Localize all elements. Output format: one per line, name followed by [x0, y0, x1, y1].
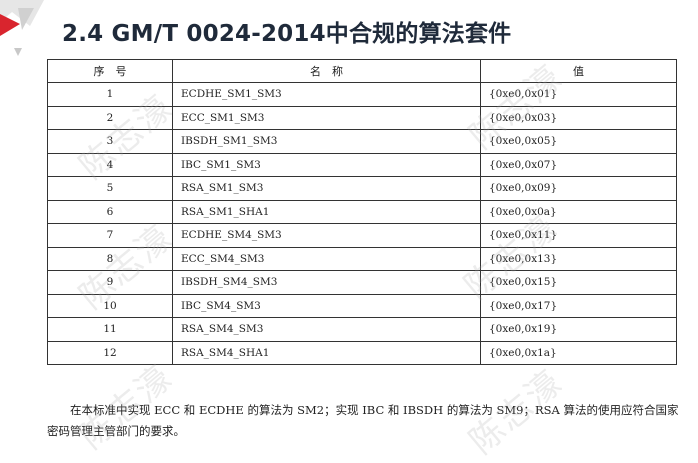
- cell-value: {0xe0,0x13}: [480, 246, 677, 271]
- cell-name: ECDHE_SM4_SM3: [172, 223, 481, 248]
- column-header-name: 名 称: [172, 59, 481, 83]
- cell-no: 5: [47, 176, 173, 201]
- cell-name: IBC_SM4_SM3: [172, 293, 481, 318]
- table-row: 11 RSA_SM4_SM3 {0xe0,0x19}: [47, 317, 677, 342]
- cipher-suite-table: 序 号 名 称 值 1 ECDHE_SM1_SM3 {0xe0,0x01} 2 ECC_…: [47, 59, 677, 365]
- cell-name: ECDHE_SM1_SM3: [172, 82, 481, 107]
- cell-no: 2: [47, 105, 173, 130]
- table-row: 7 ECDHE_SM4_SM3 {0xe0,0x11}: [47, 223, 677, 248]
- cell-name: RSA_SM1_SM3: [172, 176, 481, 201]
- cell-name: IBSDH_SM1_SM3: [172, 129, 481, 154]
- page-title: 2.4 GM/T 0024-2014中合规的算法套件: [62, 21, 512, 47]
- cell-name: RSA_SM1_SHA1: [172, 199, 481, 224]
- cell-value: {0xe0,0x05}: [480, 129, 677, 154]
- table-row: 12 RSA_SM4_SHA1 {0xe0,0x1a}: [47, 340, 677, 365]
- table-header-row: 序 号 名 称 值: [47, 59, 677, 83]
- cell-value: {0xe0,0x03}: [480, 105, 677, 130]
- cell-no: 11: [47, 317, 173, 342]
- cell-no: 1: [47, 82, 173, 107]
- cell-no: 7: [47, 223, 173, 248]
- cell-no: 10: [47, 293, 173, 318]
- column-header-value: 值: [480, 59, 677, 83]
- cell-no: 8: [47, 246, 173, 271]
- cell-value: {0xe0,0x11}: [480, 223, 677, 248]
- table-row: 6 RSA_SM1_SHA1 {0xe0,0x0a}: [47, 199, 677, 224]
- cell-value: {0xe0,0x1a}: [480, 340, 677, 365]
- cell-name: ECC_SM1_SM3: [172, 105, 481, 130]
- cell-value: {0xe0,0x17}: [480, 293, 677, 318]
- cell-no: 6: [47, 199, 173, 224]
- table-row: 5 RSA_SM1_SM3 {0xe0,0x09}: [47, 176, 677, 201]
- cell-value: {0xe0,0x07}: [480, 152, 677, 177]
- cell-value: {0xe0,0x0a}: [480, 199, 677, 224]
- cell-value: {0xe0,0x09}: [480, 176, 677, 201]
- cell-value: {0xe0,0x19}: [480, 317, 677, 342]
- table-row: 2 ECC_SM1_SM3 {0xe0,0x03}: [47, 105, 677, 130]
- cell-no: 12: [47, 340, 173, 365]
- table-row: 8 ECC_SM4_SM3 {0xe0,0x13}: [47, 246, 677, 271]
- cell-name: IBSDH_SM4_SM3: [172, 270, 481, 295]
- cell-name: RSA_SM4_SM3: [172, 317, 481, 342]
- cell-no: 9: [47, 270, 173, 295]
- table-row: 4 IBC_SM1_SM3 {0xe0,0x07}: [47, 152, 677, 177]
- footnote-paragraph: 在本标准中实现 ECC 和 ECDHE 的算法为 SM2；实现 IBC 和 IB…: [47, 403, 679, 438]
- table-row: 9 IBSDH_SM4_SM3 {0xe0,0x15}: [47, 270, 677, 295]
- column-header-no: 序 号: [47, 59, 173, 83]
- cell-value: {0xe0,0x15}: [480, 270, 677, 295]
- table-row: 10 IBC_SM4_SM3 {0xe0,0x17}: [47, 293, 677, 318]
- cell-name: IBC_SM1_SM3: [172, 152, 481, 177]
- logo-icon: [0, 0, 44, 56]
- table-row: 3 IBSDH_SM1_SM3 {0xe0,0x05}: [47, 129, 677, 154]
- cell-no: 3: [47, 129, 173, 154]
- cell-value: {0xe0,0x01}: [480, 82, 677, 107]
- table-row: 1 ECDHE_SM1_SM3 {0xe0,0x01}: [47, 82, 677, 107]
- cell-name: RSA_SM4_SHA1: [172, 340, 481, 365]
- cell-no: 4: [47, 152, 173, 177]
- cell-name: ECC_SM4_SM3: [172, 246, 481, 271]
